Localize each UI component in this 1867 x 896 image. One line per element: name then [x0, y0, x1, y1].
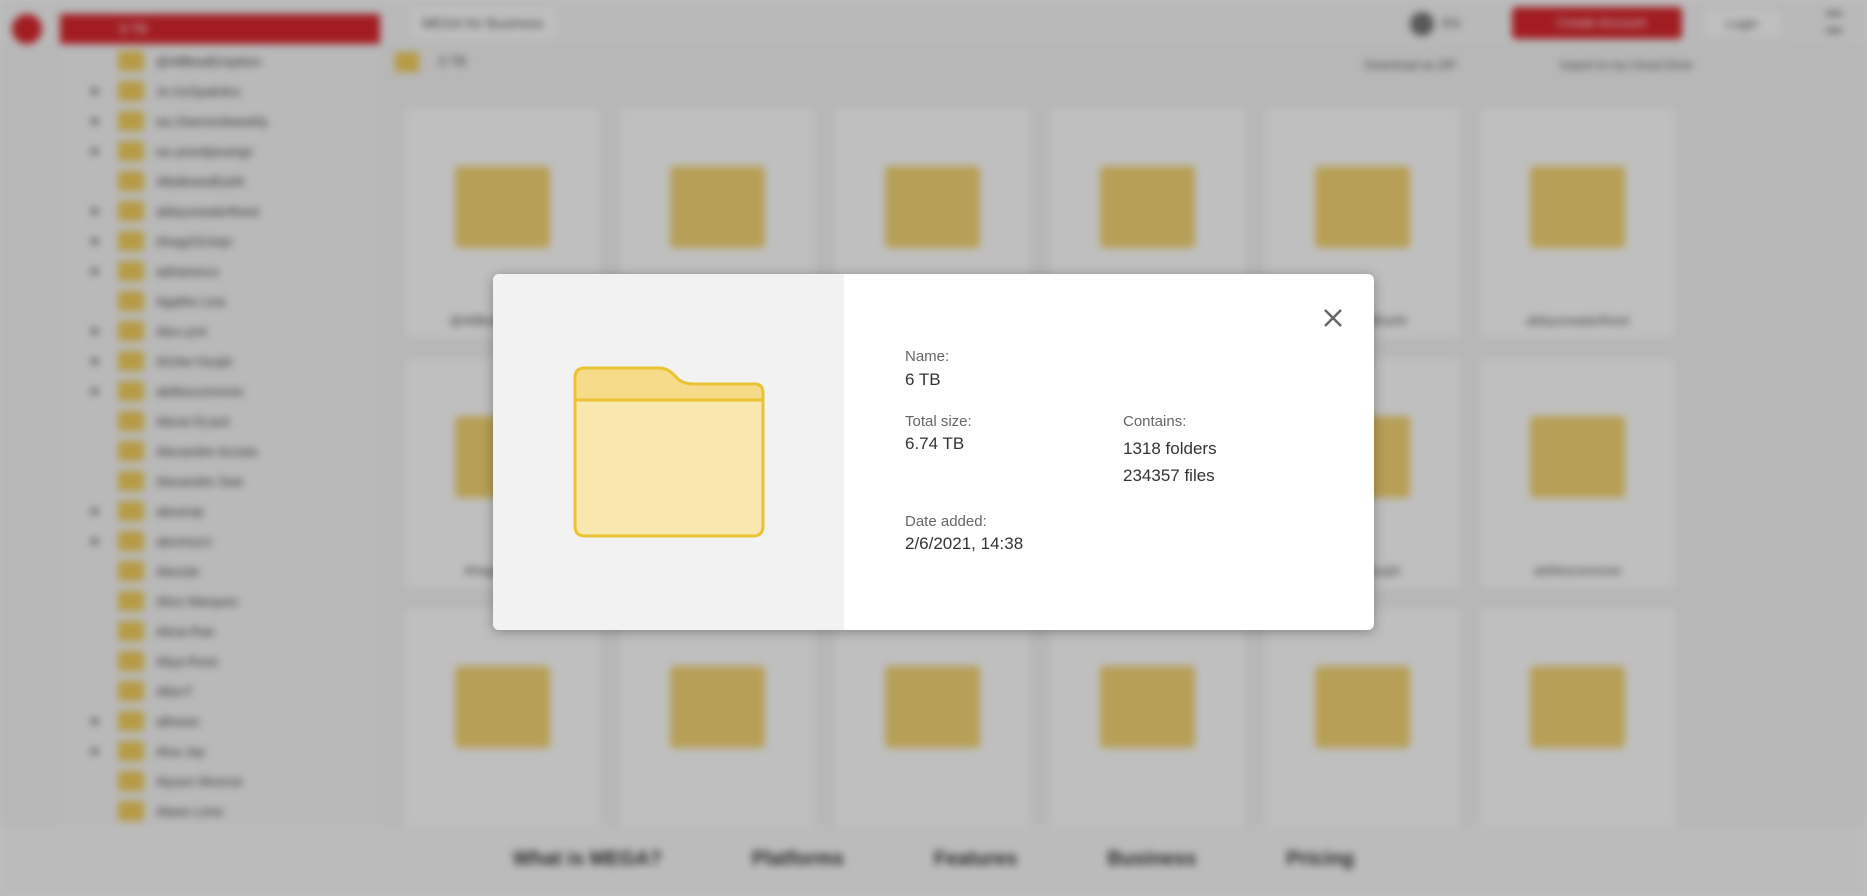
date-added-value: 2/6/2021, 14:38 — [905, 534, 1024, 553]
name-label: Name: — [905, 348, 950, 365]
folder-info-dialog: Name: 6 TB Total size: 6.74 TB Contains:… — [493, 274, 1374, 630]
folder-icon — [573, 366, 765, 538]
close-icon[interactable] — [1319, 304, 1347, 332]
date-added-label: Date added: — [905, 513, 987, 530]
folders-count: 1318 folders — [1123, 439, 1217, 458]
files-count: 234357 files — [1123, 466, 1215, 485]
contains-label: Contains: — [1123, 413, 1187, 430]
name-value: 6 TB — [905, 370, 941, 389]
preview-panel — [493, 274, 844, 630]
total-size-label: Total size: — [905, 413, 972, 430]
total-size-value: 6.74 TB — [905, 434, 965, 453]
